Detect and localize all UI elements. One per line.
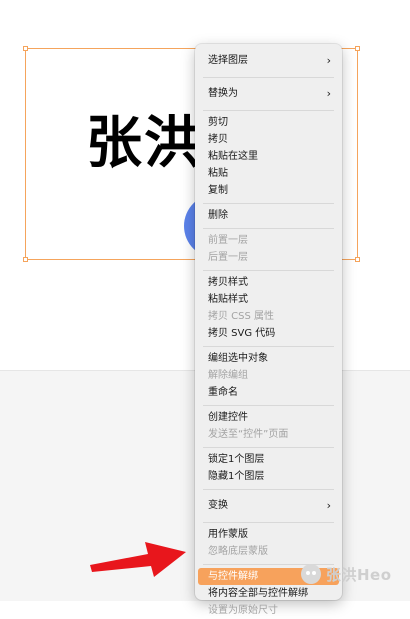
menu-item-label: 粘贴在这里 [208,151,258,162]
menu-item-label: 用作蒙版 [208,529,248,540]
menu-separator [203,447,334,448]
menu-item-label: 前置一层 [208,235,248,246]
canvas-text-layer[interactable]: 张洪 [86,116,202,172]
menu-item[interactable]: 粘贴样式 [198,291,339,308]
menu-item[interactable]: 锁定1个图层 [198,451,339,468]
menu-item: 后置一层 [198,249,339,266]
menu-separator [203,110,334,111]
menu-item[interactable]: 拷贝 SVG 代码 [198,325,339,342]
menu-item-label: 设置为原始尺寸 [208,605,278,616]
menu-item-label: 与控件解绑 [208,571,258,582]
menu-item-label: 忽略底层蒙版 [208,546,268,557]
resize-handle-bottom-right[interactable] [355,257,360,262]
menu-item-label: 剪切 [208,117,228,128]
menu-item: 解除编组 [198,367,339,384]
resize-handle-bottom-left[interactable] [23,257,28,262]
menu-item-label: 替换为 [208,88,238,99]
menu-item-label: 选择图层 [208,55,248,66]
menu-item-label: 拷贝 [208,134,228,145]
menu-separator [203,489,334,490]
menu-item[interactable]: 拷贝样式 [198,274,339,291]
menu-separator [203,270,334,271]
resize-handle-top-right[interactable] [355,46,360,51]
menu-item-label: 锁定1个图层 [208,454,265,465]
menu-item[interactable]: 剪切 [198,114,339,131]
menu-item: 发送至“控件”页面 [198,426,339,443]
menu-item: 前置一层 [198,232,339,249]
menu-separator [203,405,334,406]
smiley-logo-icon [301,564,321,584]
menu-item[interactable]: 删除 [198,207,339,224]
menu-item[interactable]: 粘贴在这里 [198,148,339,165]
menu-item-label: 拷贝 CSS 属性 [208,311,275,322]
menu-item-label: 后置一层 [208,252,248,263]
menu-item[interactable]: 粘贴 [198,165,339,182]
watermark-text: 张洪Heo [326,565,392,584]
menu-item: 设置为原始尺寸 [198,602,339,619]
chevron-right-icon: › [326,87,331,100]
menu-separator [203,77,334,78]
menu-item-label: 拷贝 SVG 代码 [208,328,276,339]
watermark: 张洪Heo [301,561,392,587]
menu-item-label: 解除编组 [208,370,248,381]
menu-item[interactable]: 用作蒙版 [198,526,339,543]
menu-item: 拷贝 CSS 属性 [198,308,339,325]
menu-item[interactable]: 变换 › [198,493,339,518]
menu-item-label: 删除 [208,210,228,221]
context-menu: 选择图层 › 替换为 › 剪切拷贝粘贴在这里粘贴复制删除前置一层后置一层拷贝样式粘贴样式… [195,44,342,616]
menu-item-label: 变换 [208,500,228,511]
menu-item[interactable]: 重命名 [198,384,339,401]
menu-item-label: 复制 [208,185,228,196]
menu-item-label: 将内容全部与控件解绑 [208,588,308,599]
menu-separator [203,346,334,347]
menu-item[interactable]: 拷贝 [198,131,339,148]
menu-item-label: 粘贴样式 [208,294,248,305]
menu-item[interactable]: 选择图层 › [198,48,339,73]
menu-item[interactable]: 编组选中对象 [198,350,339,367]
menu-item[interactable]: 创建控件 [198,409,339,426]
menu-separator [203,203,334,204]
menu-separator [203,522,334,523]
menu-item-label: 拷贝样式 [208,277,248,288]
menu-item[interactable]: 隐藏1个图层 [198,468,339,485]
menu-item[interactable]: 替换为 › [198,81,339,106]
chevron-right-icon: › [326,499,331,512]
menu-item-label: 重命名 [208,387,238,398]
menu-item: 忽略底层蒙版 [198,543,339,560]
menu-item-label: 发送至“控件”页面 [208,429,289,440]
menu-item-label: 编组选中对象 [208,353,268,364]
chevron-right-icon: › [326,54,331,67]
menu-item[interactable]: 复制 [198,182,339,199]
red-arrow-icon [90,542,186,577]
menu-separator [203,228,334,229]
menu-item-label: 创建控件 [208,412,248,423]
menu-item-label: 隐藏1个图层 [208,471,265,482]
menu-item-label: 粘贴 [208,168,228,179]
resize-handle-top-left[interactable] [23,46,28,51]
menu-item[interactable]: 将内容全部与控件解绑 [198,585,339,602]
